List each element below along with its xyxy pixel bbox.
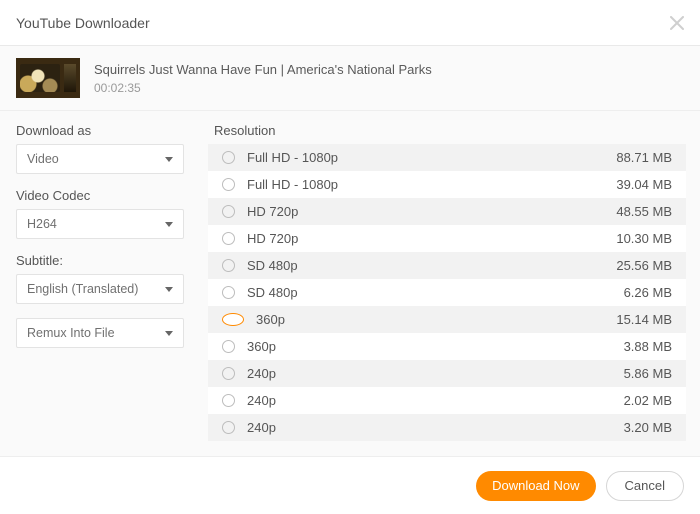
chevron-down-icon: [165, 331, 173, 336]
dialog-body: Download as Video Video Codec H264 Subti…: [0, 111, 700, 456]
radio-icon: [222, 205, 235, 218]
radio-icon: [222, 178, 235, 191]
resolution-name: SD 480p: [247, 258, 616, 273]
resolution-row[interactable]: 240p2.02 MB: [208, 387, 686, 414]
codec-label: Video Codec: [16, 188, 184, 203]
options-sidebar: Download as Video Video Codec H264 Subti…: [0, 123, 200, 456]
window-title: YouTube Downloader: [16, 15, 150, 31]
resolution-name: SD 480p: [247, 285, 624, 300]
resolution-label: Resolution: [214, 123, 688, 138]
resolution-name: 360p: [247, 339, 624, 354]
resolution-name: 360p: [256, 312, 616, 327]
resolution-size: 3.20 MB: [624, 420, 672, 435]
resolution-row[interactable]: SD 480p6.26 MB: [208, 279, 686, 306]
download-as-value: Video: [27, 152, 59, 166]
resolution-name: HD 720p: [247, 204, 616, 219]
radio-icon: [222, 367, 235, 380]
subtitle-label: Subtitle:: [16, 253, 184, 268]
resolution-name: 240p: [247, 393, 624, 408]
radio-icon: [222, 151, 235, 164]
chevron-down-icon: [165, 222, 173, 227]
codec-value: H264: [27, 217, 57, 231]
resolution-size: 39.04 MB: [616, 177, 672, 192]
close-icon[interactable]: [670, 16, 684, 30]
resolution-row[interactable]: HD 720p48.55 MB: [208, 198, 686, 225]
cancel-button[interactable]: Cancel: [606, 471, 684, 501]
radio-icon: [222, 232, 235, 245]
video-info-row: Squirrels Just Wanna Have Fun | America'…: [0, 46, 700, 111]
subtitle-value: English (Translated): [27, 282, 138, 296]
resolution-row[interactable]: 360p15.14 MB: [208, 306, 686, 333]
resolution-name: Full HD - 1080p: [247, 150, 616, 165]
radio-icon: [222, 286, 235, 299]
subtitle-select[interactable]: English (Translated): [16, 274, 184, 304]
download-button[interactable]: Download Now: [476, 471, 595, 501]
resolution-size: 48.55 MB: [616, 204, 672, 219]
resolution-size: 2.02 MB: [624, 393, 672, 408]
video-thumbnail: [16, 58, 80, 98]
chevron-down-icon: [165, 287, 173, 292]
resolution-name: Full HD - 1080p: [247, 177, 616, 192]
radio-icon: [222, 394, 235, 407]
codec-select[interactable]: H264: [16, 209, 184, 239]
video-title: Squirrels Just Wanna Have Fun | America'…: [94, 62, 432, 77]
resolution-row[interactable]: Full HD - 1080p39.04 MB: [208, 171, 686, 198]
resolution-list[interactable]: Full HD - 1080p88.71 MBFull HD - 1080p39…: [208, 144, 688, 456]
resolution-row[interactable]: HD 720p10.30 MB: [208, 225, 686, 252]
download-as-select[interactable]: Video: [16, 144, 184, 174]
resolution-row[interactable]: 240p5.86 MB: [208, 360, 686, 387]
resolution-row[interactable]: Full HD - 1080p88.71 MB: [208, 144, 686, 171]
resolution-pane: Resolution Full HD - 1080p88.71 MBFull H…: [200, 123, 700, 456]
remux-select[interactable]: Remux Into File: [16, 318, 184, 348]
resolution-size: 3.88 MB: [624, 339, 672, 354]
resolution-name: 240p: [247, 366, 624, 381]
radio-icon: [222, 421, 235, 434]
radio-icon: [222, 340, 235, 353]
resolution-size: 25.56 MB: [616, 258, 672, 273]
download-as-label: Download as: [16, 123, 184, 138]
resolution-name: 240p: [247, 420, 624, 435]
resolution-size: 10.30 MB: [616, 231, 672, 246]
resolution-size: 5.86 MB: [624, 366, 672, 381]
resolution-size: 6.26 MB: [624, 285, 672, 300]
video-duration: 00:02:35: [94, 81, 432, 95]
resolution-size: 15.14 MB: [616, 312, 672, 327]
radio-icon: [222, 259, 235, 272]
resolution-row[interactable]: SD 480p25.56 MB: [208, 252, 686, 279]
chevron-down-icon: [165, 157, 173, 162]
resolution-row[interactable]: 240p3.20 MB: [208, 414, 686, 441]
resolution-name: HD 720p: [247, 231, 616, 246]
resolution-row[interactable]: 360p3.88 MB: [208, 333, 686, 360]
radio-icon: [222, 313, 244, 326]
remux-value: Remux Into File: [27, 326, 115, 340]
window-header: YouTube Downloader: [0, 0, 700, 46]
resolution-size: 88.71 MB: [616, 150, 672, 165]
dialog-footer: Download Now Cancel: [0, 456, 700, 514]
